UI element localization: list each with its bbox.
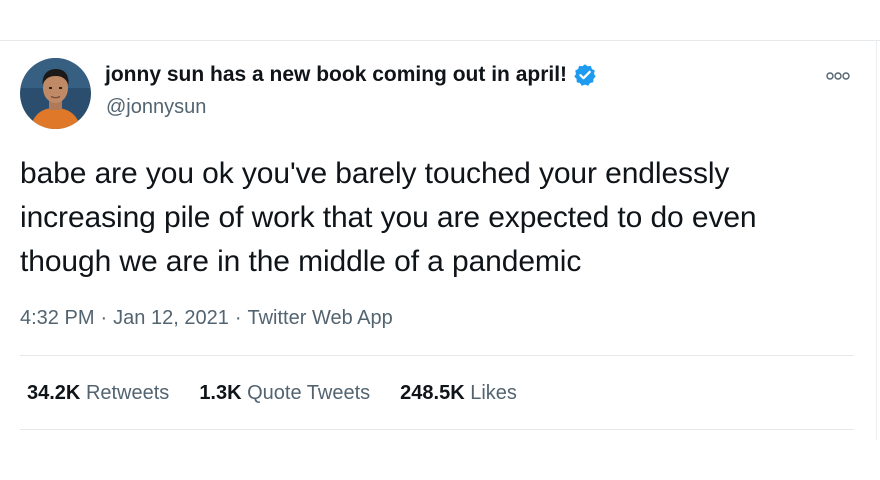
tweet-card: jonny sun has a new book coming out in a… xyxy=(0,41,876,441)
retweets-stat[interactable]: 34.2K Retweets xyxy=(27,382,169,405)
engagement-stats: 34.2K Retweets 1.3K Quote Tweets 248.5K … xyxy=(27,382,517,405)
likes-count: 248.5K xyxy=(400,382,465,404)
stats-top-divider xyxy=(20,355,854,356)
more-options-button[interactable] xyxy=(818,63,858,91)
likes-label: Likes xyxy=(470,382,517,404)
tweet-time[interactable]: 4:32 PM xyxy=(20,307,94,329)
profile-avatar[interactable] xyxy=(20,58,91,129)
verified-badge-icon xyxy=(573,63,597,87)
meta-separator: · xyxy=(100,307,108,329)
tweet-source[interactable]: Twitter Web App xyxy=(247,307,392,329)
meta-separator: · xyxy=(234,307,242,329)
stats-bottom-divider xyxy=(20,429,854,430)
retweets-label: Retweets xyxy=(85,382,170,404)
tweet-text: babe are you ok you've barely touched yo… xyxy=(20,157,757,278)
author-handle[interactable]: @jonnysun xyxy=(106,96,206,119)
quote-tweets-count: 1.3K xyxy=(199,382,242,404)
tweet-date[interactable]: Jan 12, 2021 xyxy=(113,307,229,329)
right-border xyxy=(876,40,877,440)
likes-stat[interactable]: 248.5K Likes xyxy=(400,382,517,405)
author-display-name[interactable]: jonny sun has a new book coming out in a… xyxy=(105,63,567,87)
author-name-row: jonny sun has a new book coming out in a… xyxy=(105,63,597,87)
tweet-metadata: 4:32 PM · Jan 12, 2021 · Twitter Web App xyxy=(20,307,393,330)
more-options-icon xyxy=(826,68,850,86)
retweets-count: 34.2K xyxy=(27,382,81,404)
quote-tweets-stat[interactable]: 1.3K Quote Tweets xyxy=(199,382,370,405)
quote-tweets-label: Quote Tweets xyxy=(247,382,371,404)
